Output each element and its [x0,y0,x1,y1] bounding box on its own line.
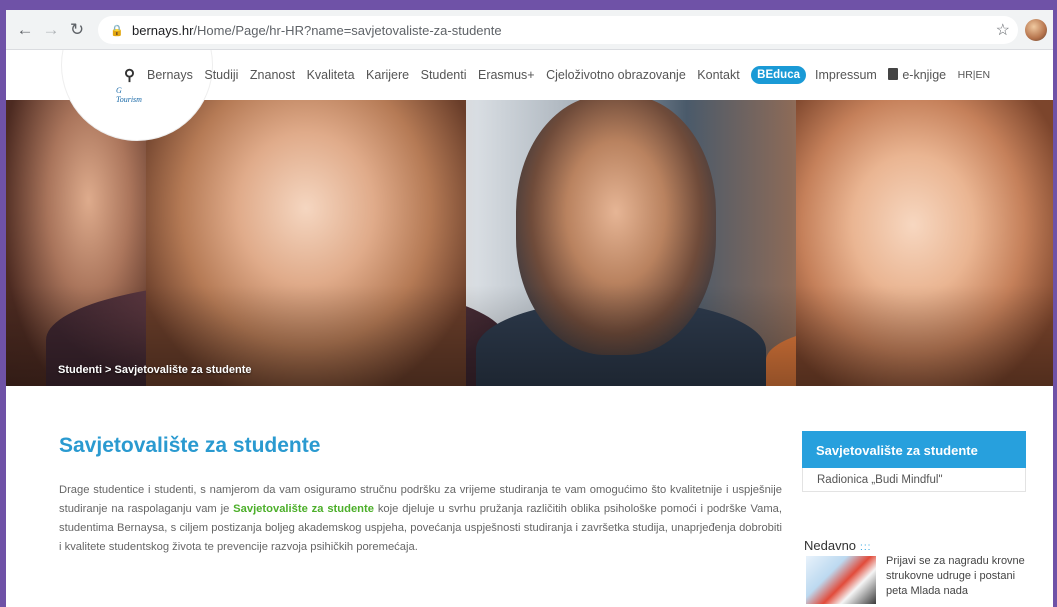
nav-item-znanost[interactable]: Znanost [250,68,295,82]
nav-item-cjelozivotno[interactable]: Cjeloživotno obrazovanje [546,68,686,82]
breadcrumb[interactable]: Studenti > Savjetovalište za studente [58,364,251,376]
page-title: Savjetovalište za studente [59,434,321,457]
nav-item-kvaliteta[interactable]: Kvaliteta [307,68,355,82]
sidebar-menu: Savjetovalište za studente Radionica „Bu… [802,431,1026,492]
main-content: Savjetovalište za studente Drage student… [6,386,1053,607]
forward-icon[interactable]: → [38,17,64,43]
dots-icon: ::: [860,542,872,553]
language-switcher[interactable]: HR|EN [958,69,990,81]
nav-item-impressum[interactable]: Impressum [815,68,877,82]
recent-heading: Nedavno::: [804,538,872,553]
search-icon[interactable]: ⚲ [124,66,135,84]
site-nav: G Tourism ⚲ Bernays Studiji Znanost Kval… [6,50,1053,140]
highlight-text: Savjetovalište za studente [233,503,374,515]
nav-item-erasmus[interactable]: Erasmus+ [478,68,535,82]
nav-item-kontakt[interactable]: Kontakt [697,68,739,82]
nav-item-beduca[interactable]: BEduca [751,66,806,84]
sidebar-item-radionica[interactable]: Radionica „Budi Mindful" [802,468,1026,492]
lock-icon: 🔒 [110,24,124,37]
bookmark-star-icon[interactable]: ☆ [996,20,1010,40]
url-path: /Home/Page/hr-HR?name=savjetovaliste-za-… [193,22,502,38]
web-page: Studenti > Savjetovalište za studente G … [6,50,1053,607]
browser-window: ← → ↻ 🔒 bernays.hr/Home/Page/hr-HR?name=… [6,10,1053,607]
recent-thumbnail[interactable] [806,556,876,604]
back-icon[interactable]: ← [12,17,38,43]
nav-item-karijere[interactable]: Karijere [366,68,409,82]
sidebar-item-savjetovaliste[interactable]: Savjetovalište za studente [802,431,1026,468]
nav-item-bernays[interactable]: Bernays [147,68,193,82]
recent-item-link[interactable]: Prijavi se za nagradu krovne strukovne u… [886,554,1026,599]
reload-icon[interactable]: ↻ [64,17,90,43]
book-icon [888,68,899,80]
intro-paragraph: Drage studentice i studenti, s namjerom … [59,484,782,553]
address-bar[interactable]: 🔒 bernays.hr/Home/Page/hr-HR?name=savjet… [98,16,1018,44]
browser-toolbar: ← → ↻ 🔒 bernays.hr/Home/Page/hr-HR?name=… [6,10,1053,50]
nav-item-studenti[interactable]: Studenti [421,68,467,82]
nav-item-studiji[interactable]: Studiji [204,68,238,82]
url-host: bernays.hr [132,22,194,38]
profile-avatar[interactable] [1025,19,1047,41]
nav-item-ebooks[interactable]: e-knjige [888,68,946,82]
